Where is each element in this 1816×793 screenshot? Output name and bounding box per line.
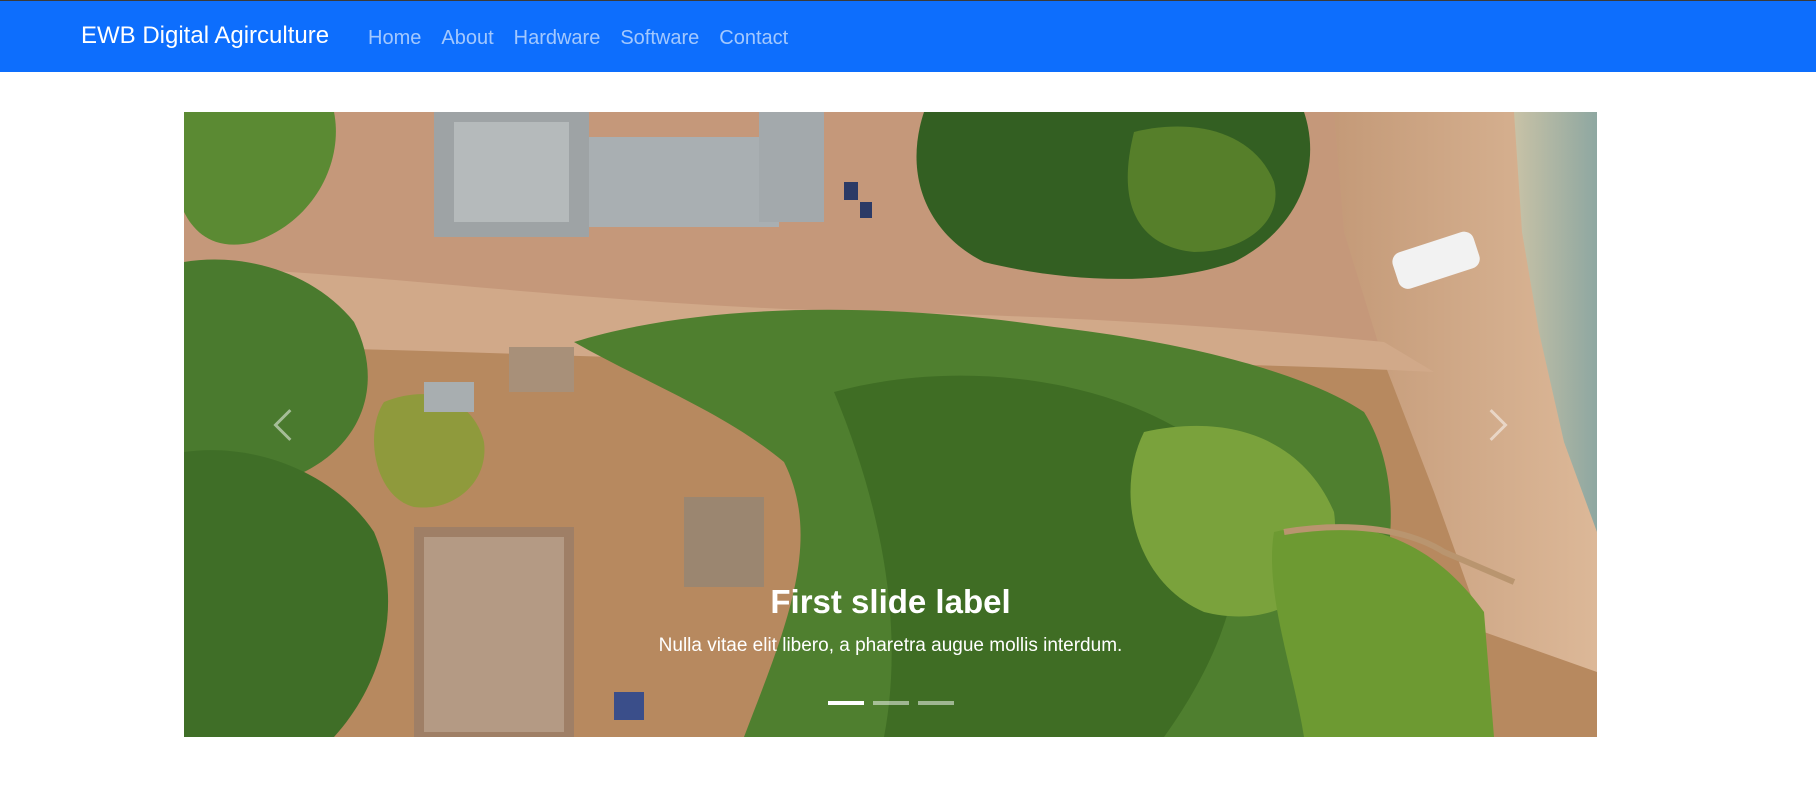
carousel-indicator-2[interactable]: [872, 701, 909, 705]
carousel-indicator-3[interactable]: [917, 701, 954, 705]
carousel-indicator-1[interactable]: [827, 701, 864, 705]
nav-link-home[interactable]: Home: [368, 25, 421, 51]
slide-text: Nulla vitae elit libero, a pharetra augu…: [658, 635, 1123, 656]
slide-title: First slide label: [770, 583, 1011, 620]
chevron-right-icon: [1489, 408, 1508, 441]
nav-links: Home About Hardware Software Contact: [368, 25, 788, 51]
chevron-left-icon: [273, 408, 292, 441]
carousel-caption: First slide label Nulla vitae elit liber…: [184, 582, 1597, 658]
nav-link-about[interactable]: About: [441, 25, 493, 51]
navbar: EWB Digital Agirculture Home About Hardw…: [0, 0, 1816, 72]
carousel-indicators: [184, 701, 1597, 705]
hero-carousel: First slide label Nulla vitae elit liber…: [184, 112, 1597, 737]
nav-link-hardware[interactable]: Hardware: [514, 25, 601, 51]
nav-link-contact[interactable]: Contact: [719, 25, 788, 51]
nav-link-software[interactable]: Software: [620, 25, 699, 51]
navbar-brand[interactable]: EWB Digital Agirculture: [81, 21, 329, 51]
